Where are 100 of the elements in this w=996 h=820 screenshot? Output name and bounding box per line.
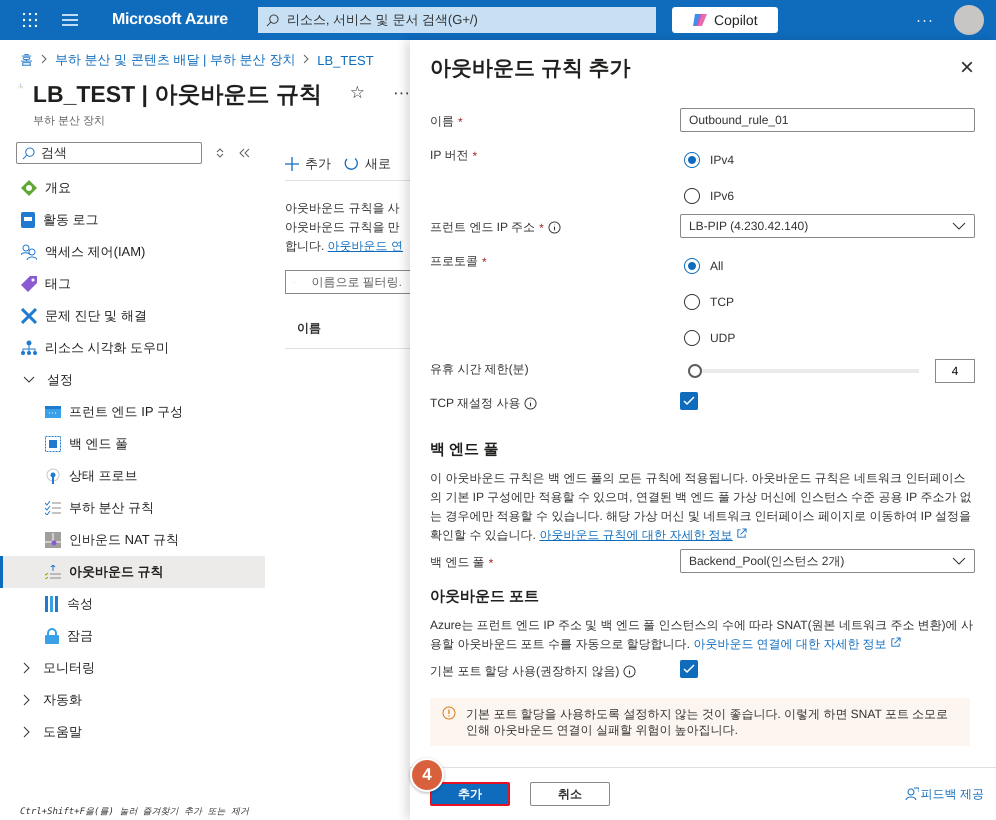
probe-icon bbox=[45, 468, 61, 484]
window-icon bbox=[45, 406, 61, 418]
radio-button[interactable] bbox=[684, 294, 700, 310]
hierarchy-icon bbox=[21, 340, 37, 356]
learn-more-link[interactable]: 아웃바운드 규칙에 대한 자세한 정보 bbox=[539, 528, 733, 542]
section-text: 이 아웃바운드 규칙은 백 엔드 풀의 모든 규칙에 적용됩니다. 아웃바운드 규칙은 네트워크 인터페이스의 기본 IP 구성에만 적용할 수 있으며, 연결된 백 엔드 풀 가상 머신에 인스턴스 수준 공용 IP 주소가 없는 경우에만 적용할 수 있습니다. 해당 가상 머신 및 네트워크 인터페이스 페이지로 이동하여 IP 설정을 확인할 수 있습니다. 아웃바운드 규칙에 대한 자세한 정보 bbox=[430, 470, 973, 544]
radio-button[interactable] bbox=[684, 330, 700, 346]
sidebar-item[interactable]: 잠금 bbox=[0, 620, 265, 652]
sidebar-item[interactable]: 상태 프로브 bbox=[0, 460, 265, 492]
name-input[interactable]: Outbound_rule_01 bbox=[680, 108, 975, 132]
field-label: TCP 재설정 사용 bbox=[430, 395, 520, 412]
option-label[interactable]: TCP bbox=[710, 295, 734, 309]
warning-icon bbox=[442, 706, 456, 720]
radio-button[interactable] bbox=[684, 258, 700, 274]
close-button[interactable]: × bbox=[960, 56, 974, 80]
chevron-down-icon[interactable] bbox=[23, 376, 35, 384]
avatar[interactable] bbox=[954, 5, 984, 35]
refresh-icon bbox=[343, 156, 359, 172]
sidebar-item[interactable]: 액세스 제어(IAM) bbox=[0, 236, 265, 268]
cancel-button[interactable]: 취소 bbox=[530, 782, 610, 806]
description-text: 합니다. bbox=[285, 239, 324, 253]
lock-icon bbox=[45, 628, 59, 644]
option-label[interactable]: UDP bbox=[710, 331, 736, 345]
step-badge: 4 bbox=[410, 758, 444, 792]
inbound-icon bbox=[45, 532, 61, 548]
number-input[interactable]: 4 bbox=[935, 359, 975, 383]
more-icon[interactable]: ··· bbox=[393, 83, 410, 103]
description-text: 아웃바운드 규칙을 만 bbox=[285, 219, 401, 236]
option-label[interactable]: IPv6 bbox=[710, 189, 734, 203]
collapse-icon[interactable] bbox=[238, 148, 250, 158]
option-label[interactable]: All bbox=[710, 259, 724, 273]
external-link-icon bbox=[890, 637, 902, 648]
field-label: 이름 bbox=[430, 113, 454, 130]
section-heading: 아웃바운드 포트 bbox=[430, 587, 540, 606]
book-icon bbox=[21, 212, 35, 228]
checkmark-icon bbox=[683, 396, 695, 406]
chevron-down-icon bbox=[952, 557, 966, 565]
refresh-button[interactable]: 새로 bbox=[343, 155, 391, 173]
checkbox[interactable] bbox=[680, 392, 698, 410]
bars-icon bbox=[45, 596, 59, 612]
favorite-icon[interactable]: ☆ bbox=[350, 83, 366, 103]
wrench-icon bbox=[21, 308, 37, 324]
sidebar-item[interactable]: 태그 bbox=[0, 268, 265, 300]
section-heading: 백 엔드 풀 bbox=[430, 440, 500, 459]
field-label: 유휴 시간 제한(분) bbox=[430, 361, 529, 378]
dropdown[interactable]: LB-PIP (4.230.42.140) bbox=[680, 214, 975, 238]
filter-field[interactable]: 이름으로 필터링. bbox=[285, 270, 410, 294]
breadcrumb-link[interactable]: 홈 bbox=[20, 51, 33, 69]
add-button[interactable]: 추가 bbox=[285, 155, 331, 173]
sidebar-item[interactable]: 속성 bbox=[0, 588, 265, 620]
breadcrumb-link[interactable]: 부하 분산 및 콘텐츠 배달 | 부하 분산 장치 bbox=[55, 51, 296, 69]
sidebar-item[interactable]: 백 엔드 풀 bbox=[0, 428, 265, 460]
option-label[interactable]: IPv4 bbox=[710, 153, 734, 167]
slider-thumb[interactable] bbox=[688, 364, 702, 378]
chevron-right-icon[interactable] bbox=[23, 694, 31, 706]
radio-button[interactable] bbox=[684, 152, 700, 168]
sidebar-group[interactable]: 도움말 bbox=[0, 716, 265, 748]
breadcrumb-link[interactable]: LB_TEST bbox=[317, 52, 374, 68]
field-label: IP 버전 bbox=[430, 147, 468, 164]
page-subtitle: 부하 분산 장치 bbox=[32, 114, 106, 128]
pool-icon bbox=[45, 436, 61, 452]
section-text: Azure는 프런트 엔드 IP 주소 및 백 엔드 풀 인스턴스의 수에 따라 SNAT(원본 네트워크 주소 변환)에 사용할 아웃바운드 포트 수를 자동으로 할당합니다. 아웃바운드 연결에 대한 자세한 정보 bbox=[430, 617, 974, 653]
sidebar-item[interactable]: 문제 진단 및 해결 bbox=[0, 300, 265, 332]
dropdown[interactable]: Backend_Pool(인스턴스 2개) bbox=[680, 549, 975, 573]
radio-button[interactable] bbox=[684, 188, 700, 204]
sidebar-item[interactable]: 리소스 시각화 도우미 bbox=[0, 332, 265, 364]
sidebar-item[interactable]: 인바운드 NAT 규칙 bbox=[0, 524, 265, 556]
search-field[interactable]: 리소스, 서비스 및 문서 검색(G+/) bbox=[258, 7, 656, 33]
chevron-right-icon[interactable] bbox=[23, 662, 31, 674]
checkmark-icon bbox=[683, 664, 695, 674]
feedback-icon bbox=[904, 787, 919, 801]
field-label: 프런트 엔드 IP 주소 bbox=[430, 219, 536, 236]
field-label: 프로토콜 bbox=[430, 253, 478, 270]
field-label: 기본 포트 할당 사용(권장하지 않음) bbox=[430, 663, 620, 680]
sidebar-item[interactable]: 활동 로그 bbox=[0, 204, 265, 236]
page-title: LB_TEST | 아웃바운드 규칙 bbox=[32, 80, 322, 110]
sidebar-item[interactable]: 개요 bbox=[0, 172, 265, 204]
feedback-link[interactable]: 피드백 제공 bbox=[904, 786, 984, 802]
more-icon[interactable]: ··· bbox=[916, 12, 934, 28]
sidebar-group[interactable]: 자동화 bbox=[0, 684, 265, 716]
description-text: 아웃바운드 규칙을 사 bbox=[285, 200, 401, 217]
search-field[interactable]: 검색 bbox=[16, 142, 202, 164]
checkbox[interactable] bbox=[680, 660, 698, 678]
chevron-right-icon[interactable] bbox=[23, 726, 31, 738]
required-asterisk: * bbox=[472, 148, 478, 162]
shortcut-hint: Ctrl+Shift+F을(를) 눌러 즐겨찾기 추가 또는 제거 bbox=[19, 806, 250, 819]
copilot-button[interactable]: Copilot bbox=[672, 7, 778, 33]
sidebar-item[interactable]: 아웃바운드 규칙 bbox=[0, 556, 265, 588]
checklist-icon bbox=[45, 501, 61, 515]
sidebar-group[interactable]: 모니터링 bbox=[0, 652, 265, 684]
required-asterisk: * bbox=[539, 220, 544, 234]
people-icon bbox=[21, 244, 37, 260]
sidebar-group[interactable]: 설정 bbox=[0, 364, 265, 396]
add-button[interactable]: 추가 bbox=[430, 782, 510, 806]
sidebar-item[interactable]: 부하 분산 규칙 bbox=[0, 492, 265, 524]
help-link[interactable]: 아웃바운드 연 bbox=[328, 239, 404, 253]
sort-icon[interactable] bbox=[216, 148, 224, 158]
brand-name[interactable]: Microsoft Azure bbox=[112, 11, 228, 29]
sidebar-item[interactable]: 프런트 엔드 IP 구성 bbox=[0, 396, 265, 428]
learn-more-link[interactable]: 아웃바운드 연결에 대한 자세한 정보 bbox=[693, 637, 887, 651]
